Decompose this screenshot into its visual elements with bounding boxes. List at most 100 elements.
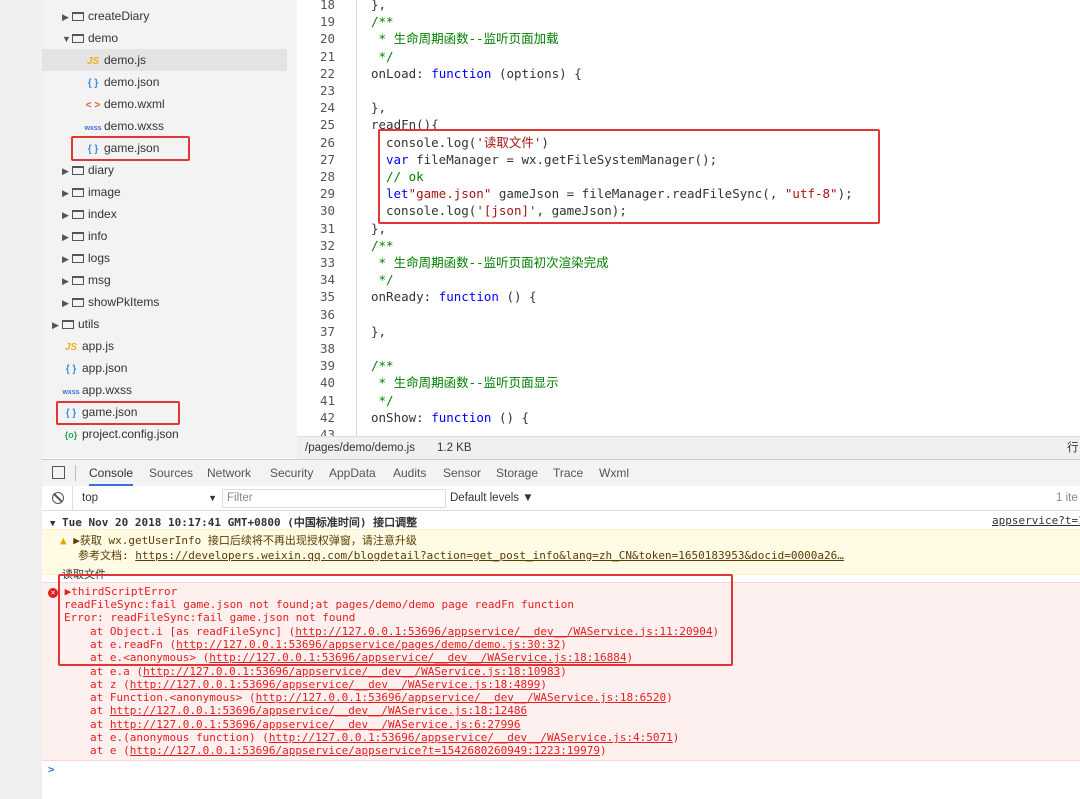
tab-trace[interactable]: Trace	[553, 460, 583, 486]
code-token: */	[371, 272, 394, 288]
line-number: 41	[319, 392, 335, 408]
tree-file-project-config[interactable]: {o} project.config.json	[62, 423, 179, 445]
tree-folder-logs[interactable]: ▶ logs	[62, 247, 110, 269]
folder-icon	[72, 166, 84, 175]
left-gutter	[0, 0, 43, 799]
stack-source-link[interactable]: http://127.0.0.1:53696/appservice/__dev_…	[295, 625, 712, 638]
line-number: 40	[319, 375, 335, 391]
line-number: 30	[319, 203, 335, 219]
tree-folder-index[interactable]: ▶ index	[62, 203, 117, 225]
line-number: 43	[319, 427, 335, 436]
code-token: function	[431, 65, 492, 81]
tree-file-app-js[interactable]: JS app.js	[62, 335, 114, 357]
file-tree: ▶ createDiary ▼ demo JS demo.js { } demo.jso…	[42, 0, 297, 458]
stack-source-link[interactable]: http://127.0.0.1:53696/appservice/pages/…	[176, 638, 560, 651]
tab-wxml[interactable]: Wxml	[599, 460, 629, 486]
console-prompt[interactable]: >	[48, 763, 55, 776]
clear-console-icon[interactable]	[52, 492, 64, 504]
code-token: onLoad:	[371, 65, 432, 81]
tab-network[interactable]: Network	[207, 460, 251, 486]
collapsed-arrow-icon: ▶	[62, 12, 69, 22]
code-token: let	[386, 186, 409, 202]
context-select[interactable]: top ▼	[82, 486, 217, 510]
line-number: 23	[319, 83, 335, 98]
tree-file-demo-game-json[interactable]: { } game.json	[84, 137, 160, 159]
tree-folder-info[interactable]: ▶ info	[62, 225, 107, 247]
log-read-file: 读取文件	[62, 568, 106, 581]
stack-source-link[interactable]: http://127.0.0.1:53696/appservice/__dev_…	[143, 665, 560, 678]
warning-doc-link[interactable]: https://developers.weixin.qq.com/blogdet…	[135, 549, 844, 562]
log-levels-select[interactable]: Default levels ▼	[450, 486, 534, 510]
tree-file-demo-json[interactable]: { } demo.json	[84, 71, 160, 93]
tree-folder-demo[interactable]: ▼ demo	[62, 27, 118, 49]
stack-frame-text: at Object.i [as readFileSync] (	[90, 624, 296, 638]
code-editor[interactable]: 18}, 19 /** 20 * 生命周期函数--监听页面加载 21 */ 22 onLoa…	[297, 0, 1080, 436]
code-token: onShow:	[371, 409, 432, 425]
tree-folder-msg[interactable]: ▶ msg	[62, 269, 111, 291]
line-number: 35	[319, 289, 335, 305]
tree-folder-showpkitems[interactable]: ▶ showPkItems	[62, 291, 159, 313]
tab-storage[interactable]: Storage	[496, 460, 538, 486]
group-source-link[interactable]: appservice?t=1	[992, 514, 1080, 527]
tab-audits[interactable]: Audits	[393, 460, 426, 486]
error-stack-line: at z (http://127.0.0.1:53696/appservice/…	[90, 678, 547, 691]
error-title: ▶thirdScriptError	[64, 585, 178, 598]
toolbar-divider	[75, 465, 76, 481]
stack-source-link[interactable]: http://127.0.0.1:53696/appservice/__dev_…	[130, 678, 541, 691]
code-token: onReady:	[371, 289, 439, 305]
error-icon: ×	[48, 588, 58, 598]
code-line: console.log('[json]', gameJson);	[386, 202, 627, 219]
tab-security[interactable]: Security	[270, 460, 313, 486]
code-token: )	[541, 134, 549, 150]
warning-icon: ▲	[60, 534, 67, 547]
tab-console[interactable]: Console	[89, 460, 134, 486]
folder-icon	[72, 188, 84, 197]
error-stack-line: at e.a (http://127.0.0.1:53696/appservic…	[90, 665, 567, 678]
tab-sources[interactable]: Sources	[149, 460, 193, 486]
error-stack-line: at e.(anonymous function) (http://127.0.…	[90, 731, 679, 744]
tree-folder-image[interactable]: ▶ image	[62, 181, 121, 203]
code-line: onShow: function () {	[371, 409, 529, 426]
stack-source-link[interactable]: http://127.0.0.1:53696/appservice/__dev_…	[209, 651, 626, 664]
filter-input[interactable]: Filter	[222, 489, 446, 508]
error-text: readFileSync:fail game.json not found;at…	[64, 598, 574, 611]
line-number: 18	[319, 0, 335, 12]
tab-sensor[interactable]: Sensor	[443, 460, 481, 486]
code-token: readFn(){	[371, 117, 439, 133]
stack-frame-text: at z (	[90, 677, 130, 691]
stack-source-link[interactable]: http://127.0.0.1:53696/appservice/appser…	[130, 744, 600, 757]
tree-file-demo-wxml[interactable]: < > demo.wxml	[84, 93, 165, 115]
expanded-arrow-icon: ▼	[62, 34, 71, 44]
stack-source-link[interactable]: http://127.0.0.1:53696/appservice/__dev_…	[256, 691, 667, 704]
filter-divider	[72, 486, 73, 510]
tree-file-root-game-json[interactable]: { } game.json	[62, 401, 138, 423]
tab-appdata[interactable]: AppData	[329, 460, 376, 486]
tree-folder-utils[interactable]: ▶ utils	[52, 313, 99, 335]
code-token: '读取文件'	[476, 134, 542, 150]
tree-file-demo-js[interactable]: JS demo.js	[42, 49, 287, 71]
line-number: 26	[319, 134, 335, 150]
group-header[interactable]: ▼ Tue Nov 20 2018 10:17:41 GMT+0800 (中国标…	[50, 514, 417, 530]
code-token: /**	[371, 358, 394, 374]
stack-frame-text: at	[90, 704, 110, 718]
code-token: () {	[498, 289, 537, 305]
tree-folder-creatediary[interactable]: ▶ createDiary	[62, 5, 149, 27]
tree-file-demo-wxss[interactable]: wxss demo.wxss	[84, 115, 164, 137]
inspect-element-icon[interactable]	[52, 466, 65, 479]
console-output[interactable]: ▼ Tue Nov 20 2018 10:17:41 GMT+0800 (中国标…	[42, 511, 1080, 799]
tree-folder-diary[interactable]: ▶ diary	[62, 159, 114, 181]
code-token: /**	[371, 237, 394, 253]
stack-source-link[interactable]: http://127.0.0.1:53696/appservice/__dev_…	[110, 718, 521, 731]
line-number: 24	[319, 100, 335, 116]
stack-source-link[interactable]: http://127.0.0.1:53696/appservice/__dev_…	[269, 731, 673, 744]
warning-message: ▲ ▶获取 wx.getUserInfo 接口后续将不再出现授权弹窗，请注意升级…	[42, 529, 1080, 575]
code-token: /**	[371, 14, 394, 30]
code-line: */	[371, 271, 394, 288]
tree-file-app-json[interactable]: { } app.json	[62, 357, 128, 379]
stack-source-link[interactable]: http://127.0.0.1:53696/appservice/__dev_…	[110, 704, 527, 717]
line-number: 32	[319, 237, 335, 253]
collapsed-arrow-icon: ▶	[62, 232, 69, 242]
tree-file-app-wxss[interactable]: wxss app.wxss	[62, 379, 132, 401]
error-stack-line: at Function.<anonymous> (http://127.0.0.…	[90, 691, 673, 704]
code-token: var	[386, 151, 409, 167]
